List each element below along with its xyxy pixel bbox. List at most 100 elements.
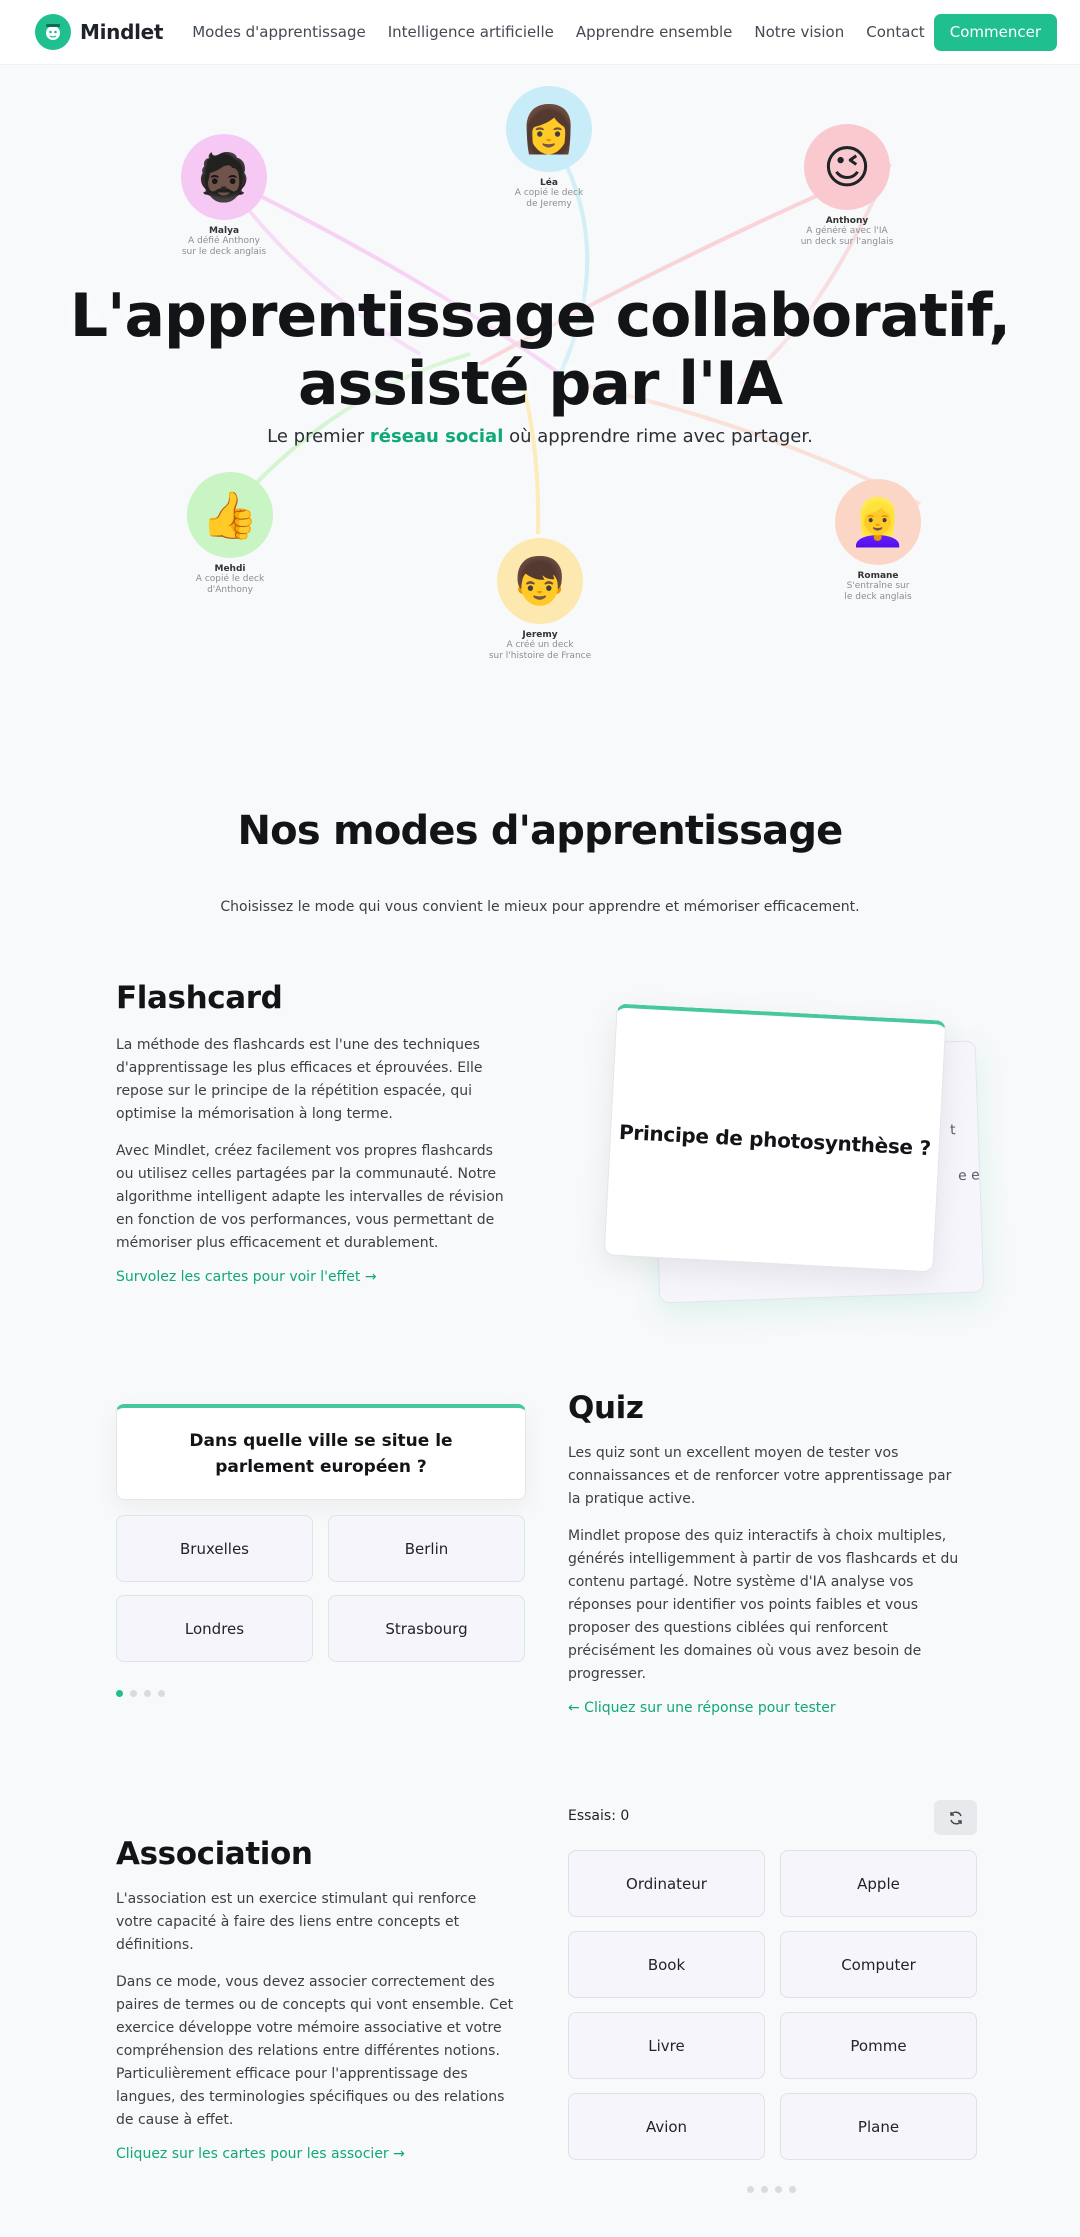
avatar-desc: sur le deck anglais [181,247,267,257]
memoji-icon: 👦 [511,553,569,608]
pagination-dot[interactable] [747,2186,754,2193]
association-pagination [747,2186,796,2193]
avatar-desc: A créé un deck [506,640,574,650]
association-description: Association L'association est un exercic… [116,1836,516,2162]
avatar-desc: d'Anthony [207,585,253,595]
pagination-dot[interactable] [130,1690,137,1697]
association-tile[interactable]: Computer [780,1931,977,1998]
hero-subtitle-text: Le premier [267,426,370,447]
modes-title: Nos modes d'apprentissage [237,808,843,854]
flashcard-title: Flashcard [116,980,283,1016]
pagination-dot[interactable] [144,1690,151,1697]
quiz-option[interactable]: Bruxelles [116,1515,313,1582]
avatar-lea: 👩 Léa A copié le deck de Jeremy [484,86,614,210]
flashcard-hint-link[interactable]: Survolez les cartes pour voir l'effet → [116,1269,506,1285]
avatar-mehdi: 👍 Mehdi A copié le deck d'Anthony [165,472,295,596]
start-button[interactable]: Commencer [933,13,1057,51]
nav-link-vision[interactable]: Notre vision [754,23,844,41]
memoji-icon: 😉 [823,140,871,194]
avatar-name: Anthony [825,216,869,226]
hero-title-line: assisté par l'IA [297,349,783,419]
avatar-malya: 🧔🏿 Malya A défié Anthony sur le deck ang… [159,134,289,258]
hero-subtitle-highlight: réseau social [369,426,504,447]
avatar-desc: A généré avec l'IA [806,226,888,236]
flashcard-paragraph: La méthode des flashcards est l'une des … [116,1037,483,1122]
avatar-jeremy: 👦 Jeremy A créé un deck sur l'histoire d… [475,538,605,662]
hero-title: L'apprentissage collaboratif, assisté pa… [0,282,1080,418]
avatar-name: Mehdi [214,564,246,574]
avatar-anthony: 😉 Anthony A généré avec l'IA un deck sur… [782,124,912,248]
flashcard-paragraph: Avec Mindlet, créez facilement vos propr… [116,1143,504,1251]
quiz-question: Dans quelle ville se situe le parlement … [189,1430,453,1477]
pagination-dot[interactable] [116,1690,123,1697]
memoji-icon: 👱‍♀️ [849,494,907,549]
nav-links: Modes d'apprentissage Intelligence artif… [192,23,924,41]
avatar-desc: S'entraîne sur [846,581,910,591]
nav-link-modes[interactable]: Modes d'apprentissage [192,23,366,41]
mascot-icon [35,14,71,50]
avatar-desc: de Jeremy [526,199,572,209]
hero-subtitle: Le premier réseau social où apprendre ri… [0,426,1080,447]
tries-counter: Essais: 0 [568,1808,630,1824]
association-title: Association [116,1836,313,1872]
avatar-circle: 🧔🏿 [181,134,267,220]
association-tile[interactable]: Apple [780,1850,977,1917]
memoji-icon: 🧔🏿 [195,149,253,204]
quiz-description: Quiz Les quiz sont un excellent moyen de… [568,1390,964,1716]
refresh-button[interactable] [934,1800,977,1835]
avatar-name: Léa [540,178,558,188]
association-tile[interactable]: Avion [568,2093,765,2160]
hero-section: 🧔🏿 Malya A défié Anthony sur le deck ang… [0,64,1080,704]
avatar-desc: A défié Anthony [188,236,260,246]
avatar-circle: 👍 [187,472,273,558]
association-paragraph: L'association est un exercice stimulant … [116,1891,477,1953]
quiz-option[interactable]: Londres [116,1595,313,1662]
nav-link-ai[interactable]: Intelligence artificielle [388,23,554,41]
avatar-desc: un deck sur l'anglais [800,237,894,247]
hero-title-line: L'apprentissage collaboratif, [69,281,1011,351]
modes-subtitle: Choisissez le mode qui vous convient le … [220,899,860,915]
avatar-desc: A copié le deck [195,574,265,584]
avatar-desc: A copié le deck [514,188,584,198]
quiz-paragraph: Les quiz sont un excellent moyen de test… [568,1445,952,1507]
memoji-icon: 👩 [520,101,578,156]
flashcard-back-text: t [949,1122,956,1139]
association-tile[interactable]: Livre [568,2012,765,2079]
nav-link-contact[interactable]: Contact [866,23,924,41]
quiz-pagination [116,1690,165,1697]
avatar-circle: 😉 [804,124,890,210]
quiz-question-card: Dans quelle ville se situe le parlement … [116,1404,526,1500]
avatar-circle: 👩 [506,86,592,172]
pagination-dot[interactable] [775,2186,782,2193]
nav-link-together[interactable]: Apprendre ensemble [576,23,733,41]
association-tile[interactable]: Pomme [780,2012,977,2079]
brand-logo[interactable]: Mindlet [35,14,164,50]
association-tile[interactable]: Ordinateur [568,1850,765,1917]
avatar-romane: 👱‍♀️ Romane S'entraîne sur le deck angla… [813,479,943,603]
quiz-option[interactable]: Berlin [328,1515,525,1582]
refresh-icon [949,1811,962,1824]
avatar-name: Malya [208,226,240,236]
quiz-title: Quiz [568,1390,644,1426]
association-tile[interactable]: Plane [780,2093,977,2160]
flashcard-question: Principe de photosynthèse ? [618,1119,932,1160]
quiz-paragraph: Mindlet propose des quiz interactifs à c… [568,1528,959,1682]
pagination-dot[interactable] [158,1690,165,1697]
association-tile[interactable]: Book [568,1931,765,1998]
quiz-hint-link[interactable]: ← Cliquez sur une réponse pour tester [568,1700,964,1716]
flashcard-front[interactable]: Principe de photosynthèse ? [603,1003,947,1273]
avatar-circle: 👱‍♀️ [835,479,921,565]
brand-name: Mindlet [80,20,164,44]
avatar-desc: sur l'histoire de France [488,651,592,661]
pagination-dot[interactable] [761,2186,768,2193]
avatar-circle: 👦 [497,538,583,624]
avatar-name: Jeremy [522,630,558,640]
avatar-desc: le deck anglais [844,592,912,602]
quiz-option[interactable]: Strasbourg [328,1595,525,1662]
association-paragraph: Dans ce mode, vous devez associer correc… [116,1974,514,2128]
avatar-name: Romane [857,571,899,581]
flashcard-back-text: e et [957,1167,985,1185]
flashcard-description: Flashcard La méthode des flashcards est … [116,980,506,1285]
association-hint-link[interactable]: Cliquez sur les cartes pour les associer… [116,2146,516,2162]
pagination-dot[interactable] [789,2186,796,2193]
